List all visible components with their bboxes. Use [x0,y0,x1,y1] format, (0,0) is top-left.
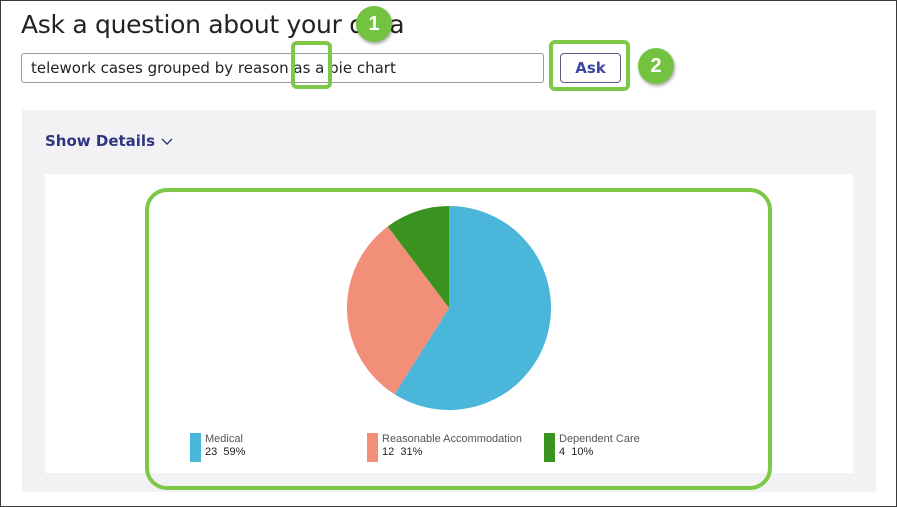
legend-item-reasonable-accommodation: Reasonable Accommodation 12 31% [367,433,522,462]
legend-swatch [190,433,201,462]
legend-swatch [367,433,378,462]
input-cursor-highlight [291,41,332,89]
ask-button-highlight [549,40,630,91]
legend-item-medical: Medical 23 59% [190,433,245,462]
callout-badge-1: 1 [356,6,392,42]
chevron-down-icon [161,132,173,150]
legend-value: 4 10% [559,446,594,458]
callout-badge-2: 2 [638,48,674,84]
page-title: Ask a question about your data [21,10,405,39]
legend-label: Medical [205,433,243,445]
show-details-toggle[interactable]: Show Details [45,132,173,150]
legend-label: Reasonable Accommodation [382,433,523,445]
legend-value: 23 59% [205,446,246,458]
legend-swatch [544,433,555,462]
legend-item-dependent-care: Dependent Care 4 10% [544,433,640,462]
legend-label: Dependent Care [559,433,640,445]
legend-value: 12 31% [382,446,423,458]
question-input[interactable]: telework cases grouped by reason as a pi… [21,53,544,83]
show-details-label: Show Details [45,132,155,150]
